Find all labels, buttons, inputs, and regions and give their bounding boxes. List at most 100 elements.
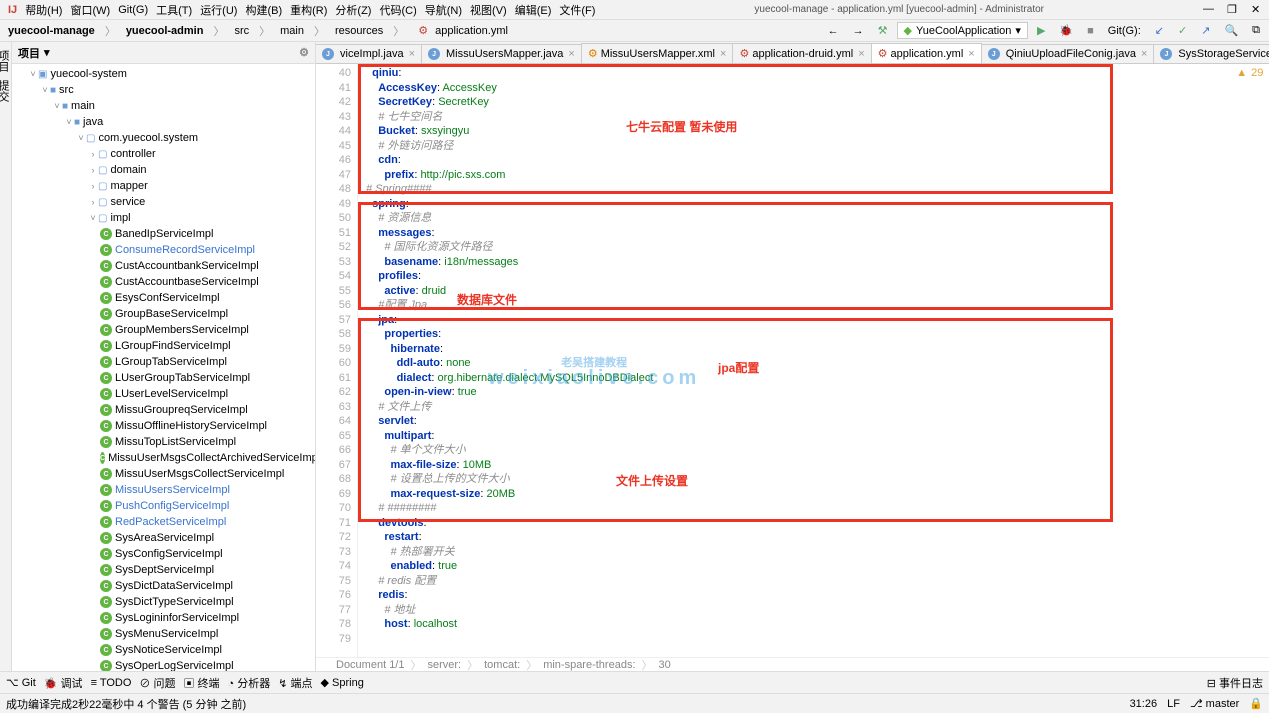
search-icon[interactable]: 🔍 bbox=[1219, 22, 1243, 39]
code-line[interactable]: prefix: http://pic.sxs.com bbox=[358, 168, 1269, 183]
breadcrumb-item[interactable]: resources bbox=[331, 24, 387, 38]
nav-forward-icon[interactable]: → bbox=[848, 23, 869, 39]
code-line[interactable]: multipart: bbox=[358, 429, 1269, 444]
code-line[interactable]: # Spring#### bbox=[358, 182, 1269, 197]
tab-commit[interactable]: 提交 bbox=[0, 80, 11, 102]
close-button[interactable]: ✕ bbox=[1247, 3, 1259, 16]
editor-tab[interactable]: JMissuUsersMapper.java× bbox=[421, 44, 582, 63]
editor-tab[interactable]: JQiniuUploadFileConig.java× bbox=[981, 44, 1155, 63]
menu-item[interactable]: 重构(R) bbox=[286, 2, 331, 18]
code-line[interactable]: # 设置总上传的文件大小 bbox=[358, 472, 1269, 487]
code-line[interactable]: jpa: bbox=[358, 313, 1269, 328]
lock-icon[interactable]: 🔒 bbox=[1249, 697, 1263, 710]
code-line[interactable]: max-file-size: 10MB bbox=[358, 458, 1269, 473]
code-line[interactable]: # 国际化资源文件路径 bbox=[358, 240, 1269, 255]
tree-item[interactable]: ˅■src bbox=[12, 82, 315, 98]
code-line[interactable]: host: localhost bbox=[358, 617, 1269, 632]
code-line[interactable]: basename: i18n/messages bbox=[358, 255, 1269, 270]
class-file[interactable]: CSysLogininforServiceImpl bbox=[12, 610, 315, 626]
class-file[interactable]: CSysOperLogServiceImpl bbox=[12, 658, 315, 671]
code-line[interactable]: open-in-view: true bbox=[358, 385, 1269, 400]
code-line[interactable]: hibernate: bbox=[358, 342, 1269, 357]
class-file[interactable]: CEsysConfServiceImpl bbox=[12, 290, 315, 306]
git-update-icon[interactable]: ↙ bbox=[1150, 22, 1169, 39]
class-file[interactable]: CGroupMembersServiceImpl bbox=[12, 322, 315, 338]
tree-item[interactable]: ˅■main bbox=[12, 98, 315, 114]
class-file[interactable]: CSysDictDataServiceImpl bbox=[12, 578, 315, 594]
inspection-widget[interactable]: ▲29 ▲2 ✓2 ^ ˅ bbox=[1236, 66, 1269, 81]
menu-item[interactable]: Git(G) bbox=[114, 4, 152, 16]
class-file[interactable]: CConsumeRecordServiceImpl bbox=[12, 242, 315, 258]
class-file[interactable]: CSysNoticeServiceImpl bbox=[12, 642, 315, 658]
class-file[interactable]: CSysDeptServiceImpl bbox=[12, 562, 315, 578]
tab-spring[interactable]: ◆ Spring bbox=[321, 676, 364, 689]
class-file[interactable]: CLUserGroupTabServiceImpl bbox=[12, 370, 315, 386]
code-line[interactable]: messages: bbox=[358, 226, 1269, 241]
chevron-down-icon[interactable]: ▾ bbox=[44, 46, 50, 59]
code-line[interactable]: # 文件上传 bbox=[358, 400, 1269, 415]
tree-item[interactable]: ›▢controller bbox=[12, 146, 315, 162]
menu-item[interactable]: 帮助(H) bbox=[21, 2, 66, 18]
tree-item[interactable]: ›▢domain bbox=[12, 162, 315, 178]
class-file[interactable]: CLUserLevelServiceImpl bbox=[12, 386, 315, 402]
run-button[interactable]: ▶ bbox=[1032, 22, 1050, 39]
menu-item[interactable]: 工具(T) bbox=[152, 2, 196, 18]
class-file[interactable]: CLGroupTabServiceImpl bbox=[12, 354, 315, 370]
project-tree[interactable]: ˅▣yuecool-system˅■src˅■main˅■java˅▢com.y… bbox=[12, 64, 315, 671]
code-line[interactable]: profiles: bbox=[358, 269, 1269, 284]
class-file[interactable]: CSysConfigServiceImpl bbox=[12, 546, 315, 562]
breadcrumb-item[interactable]: src bbox=[230, 24, 253, 38]
code-line[interactable]: # 七牛空间名 bbox=[358, 110, 1269, 125]
run-config-selector[interactable]: ◆ YueCoolApplication ▾ bbox=[897, 22, 1028, 39]
menu-item[interactable]: 分析(Z) bbox=[331, 2, 375, 18]
code-line[interactable]: spring: bbox=[358, 197, 1269, 212]
class-file[interactable]: CBanedIpServiceImpl bbox=[12, 226, 315, 242]
nav-back-icon[interactable]: ← bbox=[823, 23, 844, 39]
cursor-position[interactable]: 31:26 bbox=[1130, 698, 1158, 710]
tab-profiler[interactable]: ◔ 分析器 bbox=[228, 675, 271, 691]
tree-item[interactable]: ˅▢impl bbox=[12, 210, 315, 226]
class-file[interactable]: CMissuUserMsgsCollectArchivedServiceImpl bbox=[12, 450, 315, 466]
maximize-button[interactable]: ❐ bbox=[1223, 3, 1235, 16]
menu-item[interactable]: 运行(U) bbox=[196, 2, 241, 18]
git-commit-icon[interactable]: ✓ bbox=[1173, 22, 1192, 39]
tree-root[interactable]: ˅▣yuecool-system bbox=[12, 66, 315, 82]
gear-icon[interactable]: ⚙ bbox=[299, 46, 309, 59]
run-anything-icon[interactable]: ⧉ bbox=[1247, 22, 1265, 39]
menu-item[interactable]: 文件(F) bbox=[555, 2, 599, 18]
menu-item[interactable]: 构建(B) bbox=[241, 2, 286, 18]
class-file[interactable]: CSysDictTypeServiceImpl bbox=[12, 594, 315, 610]
code-line[interactable]: enabled: true bbox=[358, 559, 1269, 574]
tab-todo[interactable]: ≡ TODO bbox=[91, 677, 132, 689]
code-area[interactable]: ▲29 ▲2 ✓2 ^ ˅ 七牛云配置 暂未使用 数据库文件 jpa配置 文件上… bbox=[358, 64, 1269, 657]
minimize-button[interactable]: — bbox=[1199, 3, 1211, 16]
code-line[interactable]: Bucket: sxsyingyu bbox=[358, 124, 1269, 139]
code-line[interactable]: properties: bbox=[358, 327, 1269, 342]
class-file[interactable]: CMissuOfflineHistoryServiceImpl bbox=[12, 418, 315, 434]
menu-item[interactable]: 导航(N) bbox=[421, 2, 466, 18]
code-line[interactable]: SecretKey: SecretKey bbox=[358, 95, 1269, 110]
editor-tab[interactable]: JSysStorageServiceImpl.java× bbox=[1153, 44, 1269, 63]
tab-debug[interactable]: 🐞 调试 bbox=[44, 675, 83, 691]
editor-tab[interactable]: ⚙application.yml× bbox=[871, 43, 982, 64]
class-file[interactable]: CRedPacketServiceImpl bbox=[12, 514, 315, 530]
class-file[interactable]: CMissuUsersServiceImpl bbox=[12, 482, 315, 498]
menu-item[interactable]: 窗口(W) bbox=[66, 2, 114, 18]
code-line[interactable]: AccessKey: AccessKey bbox=[358, 81, 1269, 96]
breadcrumb-item[interactable]: main bbox=[276, 24, 308, 38]
code-line[interactable]: # 热部署开关 bbox=[358, 545, 1269, 560]
code-line[interactable]: # 单个文件大小 bbox=[358, 443, 1269, 458]
code-line[interactable]: max-request-size: 20MB bbox=[358, 487, 1269, 502]
build-icon[interactable]: ⚒ bbox=[873, 22, 893, 39]
code-line[interactable]: # ######## bbox=[358, 501, 1269, 516]
class-file[interactable]: CCustAccountbankServiceImpl bbox=[12, 258, 315, 274]
class-file[interactable]: CMissuTopListServiceImpl bbox=[12, 434, 315, 450]
tab-git[interactable]: ⌥ Git bbox=[6, 676, 36, 689]
breadcrumb-item[interactable]: yuecool-manage bbox=[4, 24, 99, 38]
tree-item[interactable]: ›▢service bbox=[12, 194, 315, 210]
tab-eventlog[interactable]: ⊟ 事件日志 bbox=[1207, 675, 1263, 691]
class-file[interactable]: CCustAccountbaseServiceImpl bbox=[12, 274, 315, 290]
tree-item[interactable]: ›▢mapper bbox=[12, 178, 315, 194]
code-line[interactable]: redis: bbox=[358, 588, 1269, 603]
breadcrumb-item[interactable]: ⚙ application.yml bbox=[410, 23, 512, 38]
